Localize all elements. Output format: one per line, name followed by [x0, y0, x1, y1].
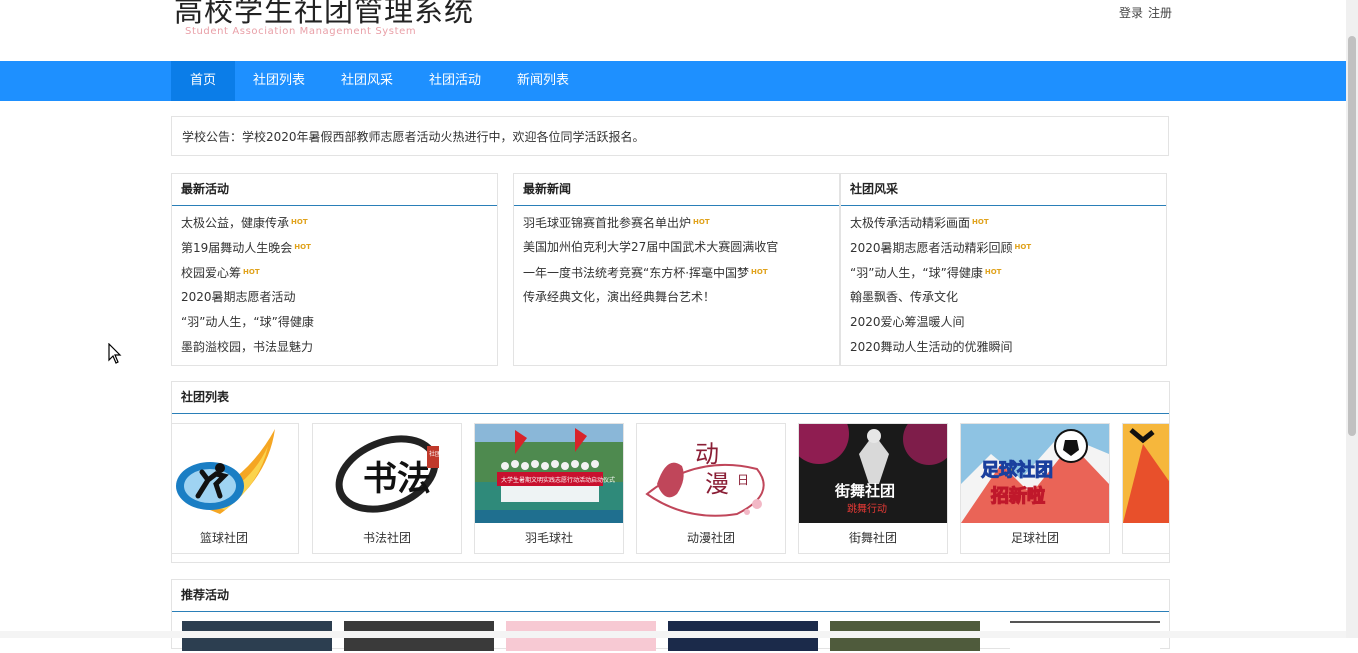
hot-badge: HOT [291, 218, 308, 226]
style-item[interactable]: 太极传承活动精彩画面 HOT [850, 210, 989, 235]
club-name: 羽毛球社 [524, 531, 573, 545]
club-style-title: 社团风采 [841, 174, 1166, 206]
hot-badge: HOT [984, 268, 1002, 276]
mouse-cursor-icon [108, 343, 122, 364]
latest-news-title: 最新新闻 [514, 174, 839, 206]
club-name [1123, 523, 1169, 553]
basketball-club-image [172, 424, 298, 523]
football-club-image: 足球社团 招新啦 [961, 424, 1109, 523]
recommended-activities-title: 推荐活动 [172, 580, 1169, 612]
activity-item[interactable]: 太极公益，健康传承 HOT [181, 210, 308, 235]
hot-badge: HOT [243, 268, 260, 276]
club-name: 街舞社团 [848, 531, 897, 545]
club-card-next[interactable] [1122, 423, 1169, 554]
nav-club-style[interactable]: 社团风采 [323, 61, 411, 101]
club-name: 动漫社团 [686, 531, 735, 545]
svg-text:足球社团: 足球社团 [981, 459, 1053, 481]
svg-text:社团: 社团 [429, 450, 441, 458]
nav-club-list[interactable]: 社团列表 [235, 61, 323, 101]
page-scrollbar[interactable] [1346, 0, 1358, 638]
svg-text:街舞社团: 街舞社团 [834, 482, 895, 500]
club-card-streetdance[interactable]: 街舞社团 跳舞行动 街舞社团 [798, 423, 948, 554]
nav-news-list[interactable]: 新闻列表 [499, 61, 587, 101]
club-card-calligraphy[interactable]: 书法 社团 书法社团 [312, 423, 462, 554]
latest-news-panel: 最新新闻 羽毛球亚锦赛首批参赛名单出炉 HOT 美国加州伯克利大学27届中国武术大… [513, 173, 840, 366]
style-item[interactable]: 2020爱心筹温暖人间 [850, 310, 965, 335]
scroll-thumb[interactable] [1348, 36, 1356, 436]
anime-club-image: 动 漫 日 [637, 424, 785, 523]
style-item[interactable]: 2020舞动人生活动的优雅瞬间 [850, 335, 1013, 360]
svg-text:书法: 书法 [363, 459, 431, 499]
news-item[interactable]: 传承经典文化，演出经典舞台艺术！ [523, 285, 715, 310]
login-link[interactable]: 登录 [1119, 6, 1143, 20]
activity-item[interactable]: 墨韵溢校园，书法显魅力 [181, 335, 313, 360]
club-list-panel: 社团列表 篮球社团 书法 社团 书法社团 大学生暑期文明实践志愿行动活动启动仪式… [171, 381, 1170, 563]
hot-badge: HOT [972, 218, 989, 226]
club-name: 书法社团 [362, 531, 411, 545]
hot-badge: HOT [1014, 243, 1032, 251]
club-list-title: 社团列表 [172, 382, 1169, 414]
club-card-badminton[interactable]: 大学生暑期文明实践志愿行动活动启动仪式 羽毛球社 [474, 423, 624, 554]
latest-activities-panel: 最新活动 太极公益，健康传承 HOT 第19届舞动人生晚会 HOT 校园爱心筹 HOT… [171, 173, 498, 366]
club-card-anime[interactable]: 动 漫 日 动漫社团 [636, 423, 786, 554]
recommended-activities-panel: 推荐活动 [171, 579, 1170, 653]
club-style-panel: 社团风采 太极传承活动精彩画面 HOT 2020暑期志愿者活动精彩回顾 HOT “羽… [840, 173, 1167, 366]
club-card-football[interactable]: 足球社团 招新啦 足球社团 [960, 423, 1110, 554]
calligraphy-club-image: 书法 社团 [313, 424, 461, 523]
news-item[interactable]: 美国加州伯克利大学27届中国武术大赛圆满收官 [523, 235, 778, 260]
hot-badge: HOT [693, 218, 710, 226]
badminton-club-image: 大学生暑期文明实践志愿行动活动启动仪式 [475, 424, 623, 523]
svg-text:大学生暑期文明实践志愿行动活动启动仪式: 大学生暑期文明实践志愿行动活动启动仪式 [501, 476, 615, 484]
activity-item[interactable]: “羽”动人生，“球”得健康 [181, 310, 314, 335]
activity-item[interactable]: 第19届舞动人生晚会 HOT [181, 235, 311, 260]
svg-text:跳舞行动: 跳舞行动 [847, 502, 887, 515]
style-item[interactable]: 2020暑期志愿者活动精彩回顾 HOT [850, 235, 1031, 260]
svg-text:招新啦: 招新啦 [991, 485, 1045, 507]
svg-text:动: 动 [695, 440, 719, 468]
next-club-image [1123, 424, 1169, 523]
hot-badge: HOT [751, 268, 768, 276]
style-item[interactable]: “羽”动人生，“球”得健康 HOT [850, 260, 1001, 285]
streetdance-club-image: 街舞社团 跳舞行动 [799, 424, 947, 523]
auth-links: 登录 注册 [1119, 4, 1172, 21]
latest-activities-title: 最新活动 [172, 174, 497, 206]
activity-item[interactable]: 2020暑期志愿者活动 [181, 285, 296, 310]
style-item[interactable]: 翰墨飘香、传承文化 [850, 285, 958, 310]
club-card-basketball[interactable]: 篮球社团 [172, 423, 299, 554]
register-link[interactable]: 注册 [1148, 6, 1172, 20]
svg-text:漫: 漫 [705, 470, 729, 498]
club-name: 篮球社团 [199, 531, 248, 545]
site-subtitle: Student Association Management System [185, 26, 417, 37]
news-item[interactable]: 一年一度书法统考竞赛“东方杯·挥毫中国梦 HOT [523, 260, 768, 285]
horizontal-scrollbar[interactable] [0, 631, 1346, 638]
nav-club-activities[interactable]: 社团活动 [411, 61, 499, 101]
club-name: 足球社团 [1010, 531, 1059, 545]
hot-badge: HOT [294, 243, 311, 251]
school-notice: 学校公告：学校2020年暑假西部教师志愿者活动火热进行中，欢迎各位同学活跃报名。 [171, 116, 1169, 156]
nav-home[interactable]: 首页 [171, 61, 235, 101]
main-nav: 首页 社团列表 社团风采 社团活动 新闻列表 [0, 61, 1346, 101]
activity-item[interactable]: 校园爱心筹 HOT [181, 260, 260, 285]
svg-text:日: 日 [737, 473, 749, 487]
news-item[interactable]: 羽毛球亚锦赛首批参赛名单出炉 HOT [523, 210, 710, 235]
